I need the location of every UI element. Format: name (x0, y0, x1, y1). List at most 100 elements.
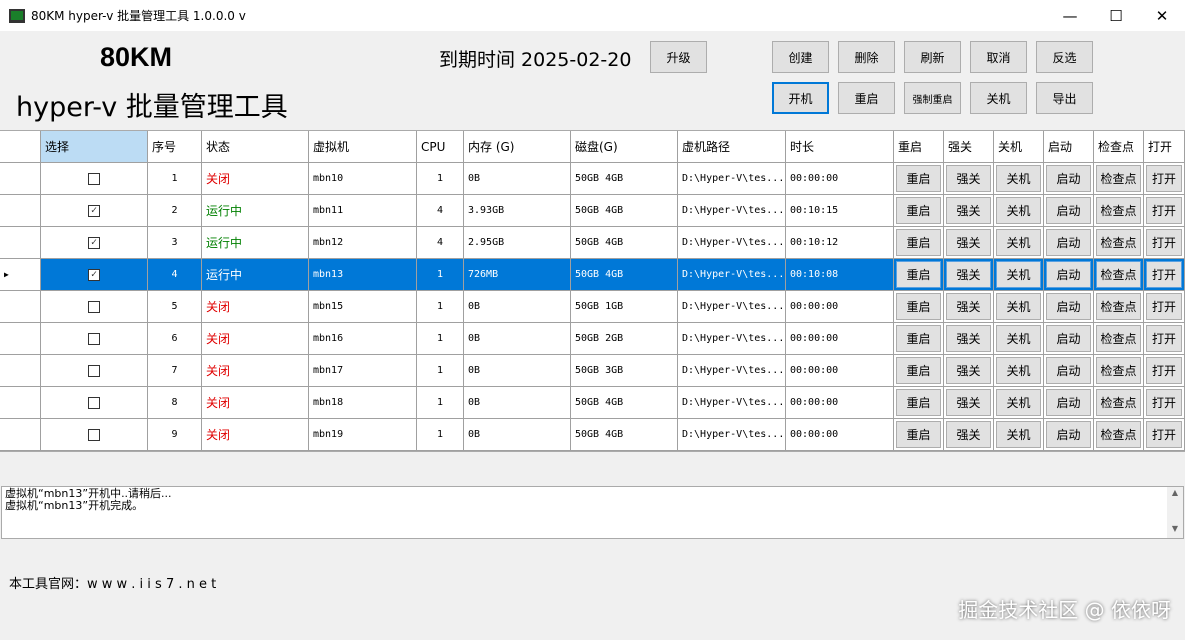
row-checkbox[interactable]: ✓ (88, 204, 100, 217)
row-checkbox[interactable] (88, 300, 100, 313)
column-header-open[interactable]: 打开 (1144, 131, 1185, 163)
row-header[interactable] (0, 323, 41, 355)
checkpoint-row-button[interactable]: 检查点 (1096, 165, 1141, 192)
checkpoint-row-button[interactable]: 检查点 (1096, 325, 1141, 352)
open-row-button[interactable]: 打开 (1146, 421, 1182, 448)
checkpoint-row-button[interactable]: 检查点 (1096, 261, 1141, 288)
shutdown-button[interactable]: 关机 (970, 82, 1027, 114)
row-header[interactable] (0, 355, 41, 387)
row-checkbox[interactable] (88, 332, 100, 345)
restart-row-button[interactable]: 重启 (896, 389, 941, 416)
table-row[interactable]: 1 关闭 mbn10 1 0B 50GB 4GB D:\Hyper-V\tes... 00:0… (0, 163, 1185, 195)
start-row-button[interactable]: 启动 (1046, 229, 1091, 256)
cancel-button[interactable]: 取消 (970, 41, 1027, 73)
row-header[interactable] (0, 163, 41, 195)
force-off-row-button[interactable]: 强关 (946, 421, 991, 448)
column-header-restart[interactable]: 重启 (894, 131, 944, 163)
refresh-button[interactable]: 刷新 (904, 41, 961, 73)
column-header-duration[interactable]: 时长 (786, 131, 894, 163)
checkpoint-row-button[interactable]: 检查点 (1096, 389, 1141, 416)
select-cell[interactable] (41, 163, 148, 195)
force-off-row-button[interactable]: 强关 (946, 229, 991, 256)
restart-row-button[interactable]: 重启 (896, 261, 941, 288)
row-header[interactable] (0, 419, 41, 451)
checkpoint-row-button[interactable]: 检查点 (1096, 229, 1141, 256)
force-off-row-button[interactable]: 强关 (946, 293, 991, 320)
start-row-button[interactable]: 启动 (1046, 197, 1091, 224)
force-restart-button[interactable]: 强制重启 (904, 82, 961, 114)
row-header[interactable]: ▶ (0, 259, 41, 291)
column-header-memory[interactable]: 内存 (G) (464, 131, 571, 163)
start-button[interactable]: 开机 (772, 82, 829, 114)
restart-row-button[interactable]: 重启 (896, 229, 941, 256)
force-off-row-button[interactable]: 强关 (946, 165, 991, 192)
shutdown-row-button[interactable]: 关机 (996, 293, 1041, 320)
column-header-status[interactable]: 状态 (202, 131, 309, 163)
row-header[interactable] (0, 387, 41, 419)
table-row[interactable]: ✓ 2 运行中 mbn11 4 3.93GB 50GB 4GB D:\Hyper-V\tes.… (0, 195, 1185, 227)
close-button[interactable]: ✕ (1139, 0, 1185, 31)
start-row-button[interactable]: 启动 (1046, 357, 1091, 384)
row-checkbox[interactable] (88, 396, 100, 409)
restart-row-button[interactable]: 重启 (896, 325, 941, 352)
row-checkbox[interactable] (88, 428, 100, 441)
restart-row-button[interactable]: 重启 (896, 293, 941, 320)
select-cell[interactable]: ✓ (41, 259, 148, 291)
select-cell[interactable]: ✓ (41, 227, 148, 259)
start-row-button[interactable]: 启动 (1046, 165, 1091, 192)
open-row-button[interactable]: 打开 (1146, 261, 1182, 288)
checkpoint-row-button[interactable]: 检查点 (1096, 357, 1141, 384)
restart-row-button[interactable]: 重启 (896, 357, 941, 384)
column-header-force-off[interactable]: 强关 (944, 131, 994, 163)
select-cell[interactable] (41, 419, 148, 451)
shutdown-row-button[interactable]: 关机 (996, 165, 1041, 192)
open-row-button[interactable]: 打开 (1146, 165, 1182, 192)
column-header-no[interactable]: 序号 (148, 131, 202, 163)
row-checkbox[interactable]: ✓ (88, 236, 100, 249)
open-row-button[interactable]: 打开 (1146, 197, 1182, 224)
log-scrollbar[interactable]: ▲ ▼ (1167, 487, 1183, 538)
table-row[interactable]: 6 关闭 mbn16 1 0B 50GB 2GB D:\Hyper-V\tes... 00:0… (0, 323, 1185, 355)
table-row[interactable]: 7 关闭 mbn17 1 0B 50GB 3GB D:\Hyper-V\tes... 00:0… (0, 355, 1185, 387)
log-output[interactable]: 虚拟机“mbn13”开机中..请稍后... 虚拟机“mbn13”开机完成。 ▲ ▼ (1, 486, 1184, 539)
create-button[interactable]: 创建 (772, 41, 829, 73)
checkpoint-row-button[interactable]: 检查点 (1096, 197, 1141, 224)
column-header-start[interactable]: 启动 (1044, 131, 1094, 163)
minimize-button[interactable]: — (1047, 0, 1093, 31)
start-row-button[interactable]: 启动 (1046, 325, 1091, 352)
force-off-row-button[interactable]: 强关 (946, 325, 991, 352)
open-row-button[interactable]: 打开 (1146, 293, 1182, 320)
column-header-checkpoint[interactable]: 检查点 (1094, 131, 1144, 163)
force-off-row-button[interactable]: 强关 (946, 357, 991, 384)
select-cell[interactable] (41, 323, 148, 355)
table-row[interactable]: ▶ ✓ 4 运行中 mbn13 1 726MB 50GB 4GB D:\Hyper-V\tes.… (0, 259, 1185, 291)
open-row-button[interactable]: 打开 (1146, 357, 1182, 384)
open-row-button[interactable]: 打开 (1146, 389, 1182, 416)
table-row[interactable]: 8 关闭 mbn18 1 0B 50GB 4GB D:\Hyper-V\tes... 00:0… (0, 387, 1185, 419)
row-header[interactable] (0, 195, 41, 227)
start-row-button[interactable]: 启动 (1046, 389, 1091, 416)
force-off-row-button[interactable]: 强关 (946, 261, 991, 288)
row-checkbox[interactable]: ✓ (88, 268, 100, 281)
open-row-button[interactable]: 打开 (1146, 325, 1182, 352)
row-checkbox[interactable] (88, 172, 100, 185)
shutdown-row-button[interactable]: 关机 (996, 197, 1041, 224)
column-header-vm[interactable]: 虚拟机 (309, 131, 417, 163)
upgrade-button[interactable]: 升级 (650, 41, 707, 73)
row-header[interactable] (0, 291, 41, 323)
select-cell[interactable] (41, 387, 148, 419)
column-header-disk[interactable]: 磁盘(G) (571, 131, 678, 163)
restart-row-button[interactable]: 重启 (896, 197, 941, 224)
shutdown-row-button[interactable]: 关机 (996, 261, 1041, 288)
shutdown-row-button[interactable]: 关机 (996, 325, 1041, 352)
checkpoint-row-button[interactable]: 检查点 (1096, 293, 1141, 320)
shutdown-row-button[interactable]: 关机 (996, 357, 1041, 384)
shutdown-row-button[interactable]: 关机 (996, 421, 1041, 448)
start-row-button[interactable]: 启动 (1046, 421, 1091, 448)
column-header-shutdown[interactable]: 关机 (994, 131, 1044, 163)
force-off-row-button[interactable]: 强关 (946, 197, 991, 224)
shutdown-row-button[interactable]: 关机 (996, 229, 1041, 256)
start-row-button[interactable]: 启动 (1046, 261, 1091, 288)
checkpoint-row-button[interactable]: 检查点 (1096, 421, 1141, 448)
column-header-cpu[interactable]: CPU (417, 131, 464, 163)
